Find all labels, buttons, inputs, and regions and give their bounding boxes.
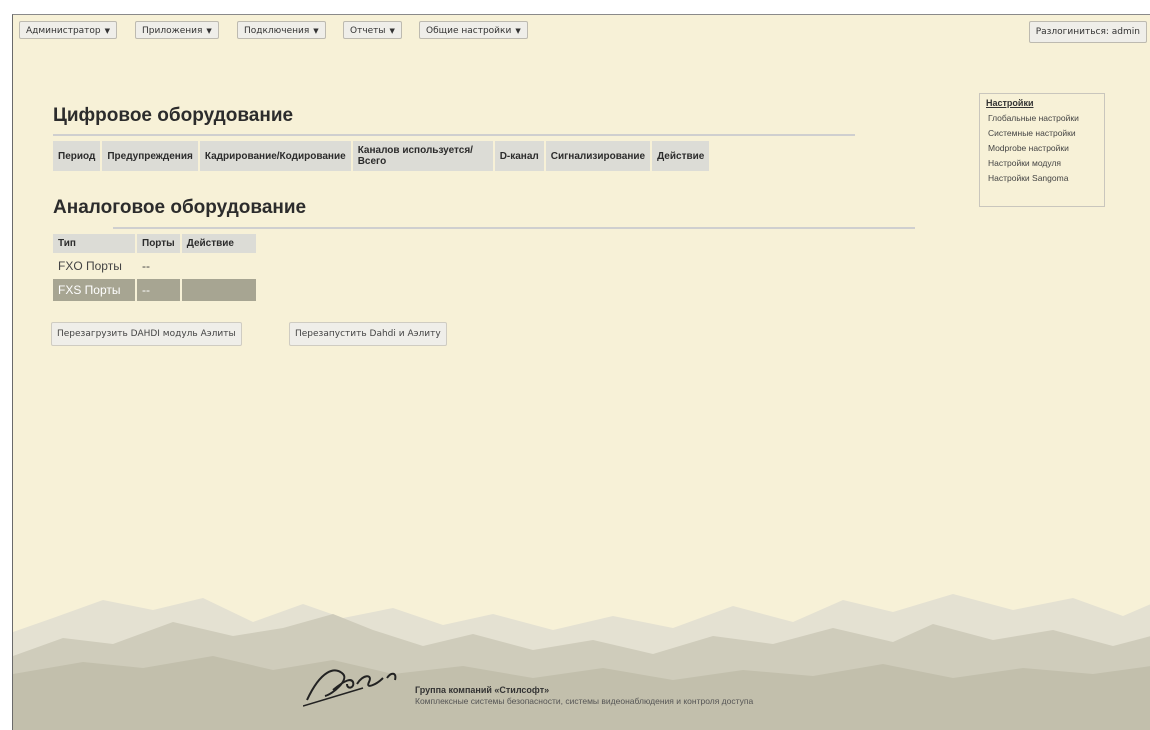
menu-label: Приложения	[142, 26, 203, 36]
menu-label: Общие настройки	[426, 26, 512, 36]
restart-dahdi-button[interactable]: Перезапустить Dahdi и Аэлиту	[289, 322, 447, 346]
mountains-background	[13, 594, 1150, 730]
menu-label: Отчеты	[350, 26, 386, 36]
divider	[113, 227, 915, 229]
menu-general-settings[interactable]: Общие настройки ▼	[419, 21, 528, 39]
table-header-row: Период Предупреждения Кадрирование/Кодир…	[53, 141, 710, 171]
settings-side-panel: Настройки Глобальные настройки Системные…	[979, 93, 1105, 207]
menu-label: Подключения	[244, 26, 310, 36]
table-row[interactable]: FXO Порты --	[53, 255, 256, 277]
footer-text: Группа компаний «Стилсофт» Комплексные с…	[415, 685, 753, 706]
column-header: Сигнализирование	[545, 141, 651, 171]
column-header: Кадрирование/Кодирование	[199, 141, 351, 171]
port-count: --	[142, 259, 150, 273]
port-type: FXS Порты	[53, 279, 135, 301]
port-action	[181, 279, 256, 301]
footer-description: Комплексные системы безопасности, систем…	[415, 696, 754, 706]
chevron-down-icon: ▼	[515, 27, 521, 35]
top-menu-bar: Администратор ▼ Приложения ▼ Подключения ▼ …	[13, 15, 1150, 47]
reload-dahdi-button[interactable]: Перезагрузить DAHDI модуль Аэлиты	[51, 322, 242, 346]
column-header: Предупреждения	[102, 141, 198, 171]
menu-admin[interactable]: Администратор ▼	[19, 21, 118, 39]
chevron-down-icon: ▼	[389, 27, 395, 35]
port-action	[182, 255, 256, 277]
table-row[interactable]: FXS Порты --	[53, 279, 256, 301]
side-panel-title[interactable]: Настройки	[986, 98, 1098, 108]
column-header: Порты	[137, 234, 180, 253]
analog-hardware-title: Аналоговое оборудование	[53, 197, 307, 218]
analog-hardware-table: Тип Порты Действие FXO Порты -- FXS Порт…	[51, 232, 258, 303]
column-header: Каналов используется/Всего	[352, 141, 493, 171]
side-item-global-settings[interactable]: Глобальные настройки	[986, 113, 1098, 123]
app-frame: Администратор ▼ Приложения ▼ Подключения ▼ …	[12, 14, 1150, 730]
column-header: Действие	[652, 141, 710, 171]
table-header-row: Тип Порты Действие	[53, 234, 256, 253]
column-header-text: Каналов используется/Всего	[357, 145, 473, 167]
digital-hardware-table: Период Предупреждения Кадрирование/Кодир…	[51, 139, 711, 173]
side-item-modprobe-settings[interactable]: Modprobe настройки	[986, 143, 1098, 153]
side-item-sangoma-settings[interactable]: Настройки Sangoma	[986, 173, 1098, 183]
column-header: Тип	[53, 234, 135, 253]
menu-reports[interactable]: Отчеты ▼	[343, 21, 402, 39]
divider	[53, 134, 855, 136]
side-item-module-settings[interactable]: Настройки модуля	[986, 158, 1098, 168]
menu-applications[interactable]: Приложения ▼	[135, 21, 219, 39]
column-header: D-канал	[494, 141, 544, 171]
footer-company: Группа компаний «Стилсофт»	[415, 685, 550, 695]
chevron-down-icon: ▼	[104, 27, 111, 35]
digital-hardware-title: Цифровое оборудование	[53, 105, 294, 126]
chevron-down-icon: ▼	[206, 27, 212, 35]
column-header: Действие	[181, 234, 256, 253]
logout-button[interactable]: Разлогиниться: admin	[1028, 21, 1147, 43]
port-count: --	[137, 279, 180, 301]
menu-connections[interactable]: Подключения ▼	[237, 21, 326, 39]
side-item-system-settings[interactable]: Системные настройки	[986, 128, 1098, 138]
port-type: FXO Порты	[58, 259, 122, 273]
chevron-down-icon: ▼	[313, 27, 319, 35]
stilsoft-logo-icon	[303, 669, 397, 707]
column-header: Период	[53, 141, 101, 171]
menu-label: Администратор	[26, 26, 101, 36]
